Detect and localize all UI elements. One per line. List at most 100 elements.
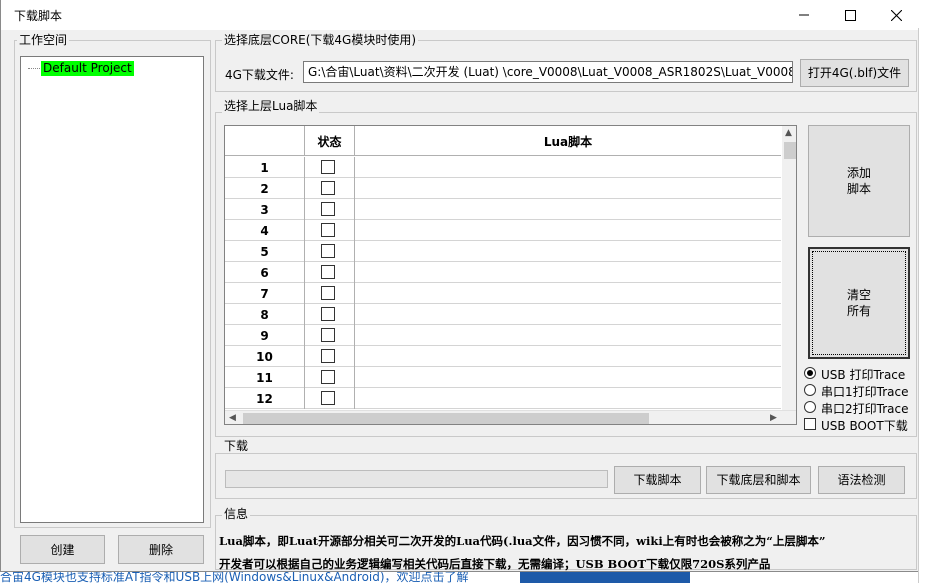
row-script-cell[interactable] xyxy=(355,241,781,262)
grid-header: 状态 Lua脚本 xyxy=(225,126,781,156)
row-script-cell[interactable] xyxy=(355,220,781,241)
row-status-cell xyxy=(305,241,355,262)
row-status-cell xyxy=(305,157,355,178)
scroll-right-icon[interactable]: ▶ xyxy=(770,413,777,423)
row-status-checkbox[interactable] xyxy=(321,244,335,258)
syntax-check-button[interactable]: 语法检测 xyxy=(818,466,905,494)
lua-group-label: 选择上层Lua脚本 xyxy=(222,99,320,113)
usb-boot-label: USB BOOT下载 xyxy=(821,419,908,433)
row-status-checkbox[interactable] xyxy=(321,202,335,216)
row-number: 10 xyxy=(225,346,305,367)
row-script-cell[interactable] xyxy=(355,262,781,283)
status-column-header[interactable]: 状态 xyxy=(305,126,355,156)
download-core-and-script-button[interactable]: 下载底层和脚本 xyxy=(706,466,811,494)
window-title: 下载脚本 xyxy=(14,9,63,23)
download-group-label: 下载 xyxy=(222,439,251,453)
create-button[interactable]: 创建 xyxy=(20,535,105,564)
table-row[interactable]: 11 xyxy=(225,367,781,388)
horizontal-scroll-thumb[interactable] xyxy=(243,413,649,424)
usb-boot-checkbox[interactable] xyxy=(804,418,816,430)
row-status-checkbox[interactable] xyxy=(321,286,335,300)
workspace-label: 工作空间 xyxy=(17,33,70,47)
tree-connector xyxy=(28,68,40,69)
row-status-checkbox[interactable] xyxy=(321,307,335,321)
vertical-scroll-thumb[interactable] xyxy=(784,142,796,159)
uart2-trace-radio[interactable] xyxy=(804,401,816,413)
row-status-cell xyxy=(305,262,355,283)
row-script-cell[interactable] xyxy=(355,388,781,409)
clear-all-label-2: 所有 xyxy=(846,304,871,318)
table-row[interactable]: 7 xyxy=(225,283,781,304)
row-script-cell[interactable] xyxy=(355,325,781,346)
grid-corner-cell xyxy=(225,126,305,156)
download-script-button[interactable]: 下载脚本 xyxy=(614,466,701,494)
uart2-trace-label: 串口2打印Trace xyxy=(821,402,909,416)
delete-button[interactable]: 删除 xyxy=(118,535,204,564)
background-right-strip xyxy=(918,28,927,583)
row-status-checkbox[interactable] xyxy=(321,265,335,279)
background-link[interactable]: 合宙4G模块也支持标准AT指令和USB上网(Windows&Linux&Andr… xyxy=(0,571,469,583)
row-number: 6 xyxy=(225,262,305,283)
uart1-trace-radio[interactable] xyxy=(804,384,816,396)
scroll-left-icon[interactable]: ◀ xyxy=(229,413,236,423)
script-column-header[interactable]: Lua脚本 xyxy=(355,126,781,156)
row-status-cell xyxy=(305,178,355,199)
tree-item-default-project[interactable]: Default Project xyxy=(41,61,134,76)
row-number: 4 xyxy=(225,220,305,241)
row-script-cell[interactable] xyxy=(355,157,781,178)
project-tree[interactable]: Default Project xyxy=(20,56,204,523)
table-row[interactable]: 9 xyxy=(225,325,781,346)
row-status-cell xyxy=(305,199,355,220)
usb-trace-radio[interactable] xyxy=(804,367,816,379)
table-row[interactable]: 3 xyxy=(225,199,781,220)
maximize-icon xyxy=(844,9,856,21)
open-4g-file-button[interactable]: 打开4G(.blf)文件 xyxy=(800,59,909,87)
row-number: 11 xyxy=(225,367,305,388)
uart1-trace-label: 串口1打印Trace xyxy=(821,385,909,399)
table-row[interactable]: 5 xyxy=(225,241,781,262)
row-script-cell[interactable] xyxy=(355,304,781,325)
row-status-checkbox[interactable] xyxy=(321,349,335,363)
scroll-up-icon[interactable]: ▲ xyxy=(785,128,792,138)
row-status-checkbox[interactable] xyxy=(321,370,335,384)
table-row[interactable]: 12 xyxy=(225,388,781,409)
row-script-cell[interactable] xyxy=(355,199,781,220)
row-status-cell xyxy=(305,220,355,241)
core-file-path-input[interactable]: G:\合宙\Luat\资料\二次开发 (Luat) \core_V0008\Lu… xyxy=(303,61,793,83)
add-script-button[interactable]: 添加 脚本 xyxy=(808,125,910,237)
table-row[interactable]: 1 xyxy=(225,157,781,178)
row-script-cell[interactable] xyxy=(355,367,781,388)
row-script-cell[interactable] xyxy=(355,283,781,304)
table-row[interactable]: 6 xyxy=(225,262,781,283)
table-row[interactable]: 10 xyxy=(225,346,781,367)
row-status-cell xyxy=(305,283,355,304)
clear-all-button[interactable]: 清空 所有 xyxy=(808,247,910,359)
row-status-checkbox[interactable] xyxy=(321,391,335,405)
row-status-cell xyxy=(305,346,355,367)
row-status-cell xyxy=(305,304,355,325)
row-status-checkbox[interactable] xyxy=(321,223,335,237)
row-status-checkbox[interactable] xyxy=(321,160,335,174)
row-number: 2 xyxy=(225,178,305,199)
minimize-icon xyxy=(799,14,809,16)
row-status-cell xyxy=(305,367,355,388)
info-line-2: 开发者可以根据自己的业务逻辑编写相关代码后直接下载，无需编译；USB BOOT下… xyxy=(219,557,771,571)
close-button[interactable] xyxy=(873,0,919,30)
table-row[interactable]: 8 xyxy=(225,304,781,325)
row-number: 7 xyxy=(225,283,305,304)
row-status-checkbox[interactable] xyxy=(321,328,335,342)
row-script-cell[interactable] xyxy=(355,178,781,199)
row-number: 8 xyxy=(225,304,305,325)
usb-trace-label: USB 打印Trace xyxy=(821,368,906,382)
core-file-label: 4G下载文件: xyxy=(225,68,294,82)
minimize-button[interactable] xyxy=(781,0,827,30)
row-script-cell[interactable] xyxy=(355,346,781,367)
vertical-scrollbar[interactable]: ▲ xyxy=(782,126,796,411)
maximize-button[interactable] xyxy=(827,0,873,30)
table-row[interactable]: 4 xyxy=(225,220,781,241)
row-number: 1 xyxy=(225,157,305,178)
table-row[interactable]: 2 xyxy=(225,178,781,199)
row-status-checkbox[interactable] xyxy=(321,181,335,195)
info-group-label: 信息 xyxy=(222,507,251,521)
row-status-cell xyxy=(305,388,355,409)
